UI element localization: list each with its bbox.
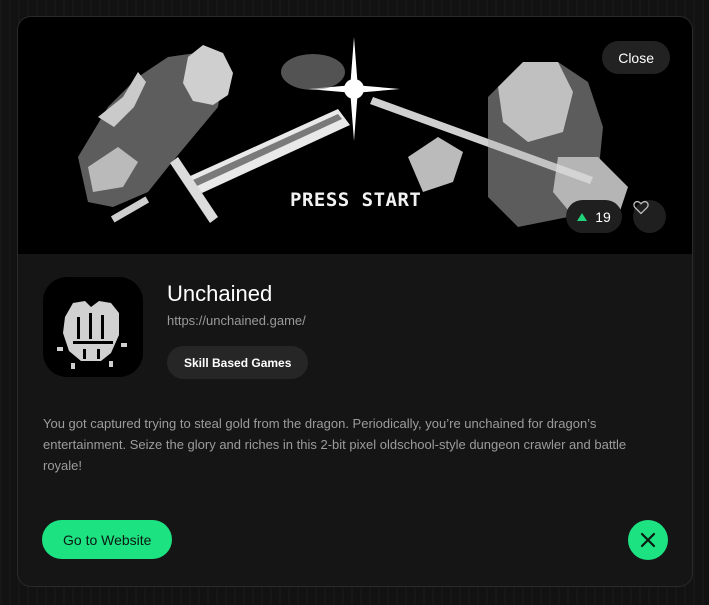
- favorite-button[interactable]: [633, 200, 666, 233]
- app-description: You got captured trying to steal gold fr…: [43, 416, 627, 473]
- press-start-text: PRESS START: [290, 189, 422, 211]
- app-detail-modal: PRESS START Close 19 Unchained https://u…: [17, 16, 693, 587]
- upvote-button[interactable]: 19: [566, 200, 622, 233]
- app-logo: [43, 277, 143, 377]
- x-social-button[interactable]: [628, 520, 668, 560]
- vote-count: 19: [595, 208, 611, 225]
- heart-icon: [633, 200, 649, 215]
- category-tag[interactable]: Skill Based Games: [167, 346, 309, 379]
- app-url[interactable]: https://unchained.game/: [167, 313, 306, 328]
- go-to-website-button[interactable]: Go to Website: [42, 520, 173, 559]
- game-banner: PRESS START Close 19: [18, 17, 692, 254]
- close-button[interactable]: Close: [602, 41, 670, 74]
- x-icon: [640, 532, 656, 548]
- app-title: Unchained: [167, 281, 273, 306]
- raised-fist-icon: [57, 301, 127, 369]
- upvote-arrow-icon: [577, 212, 588, 221]
